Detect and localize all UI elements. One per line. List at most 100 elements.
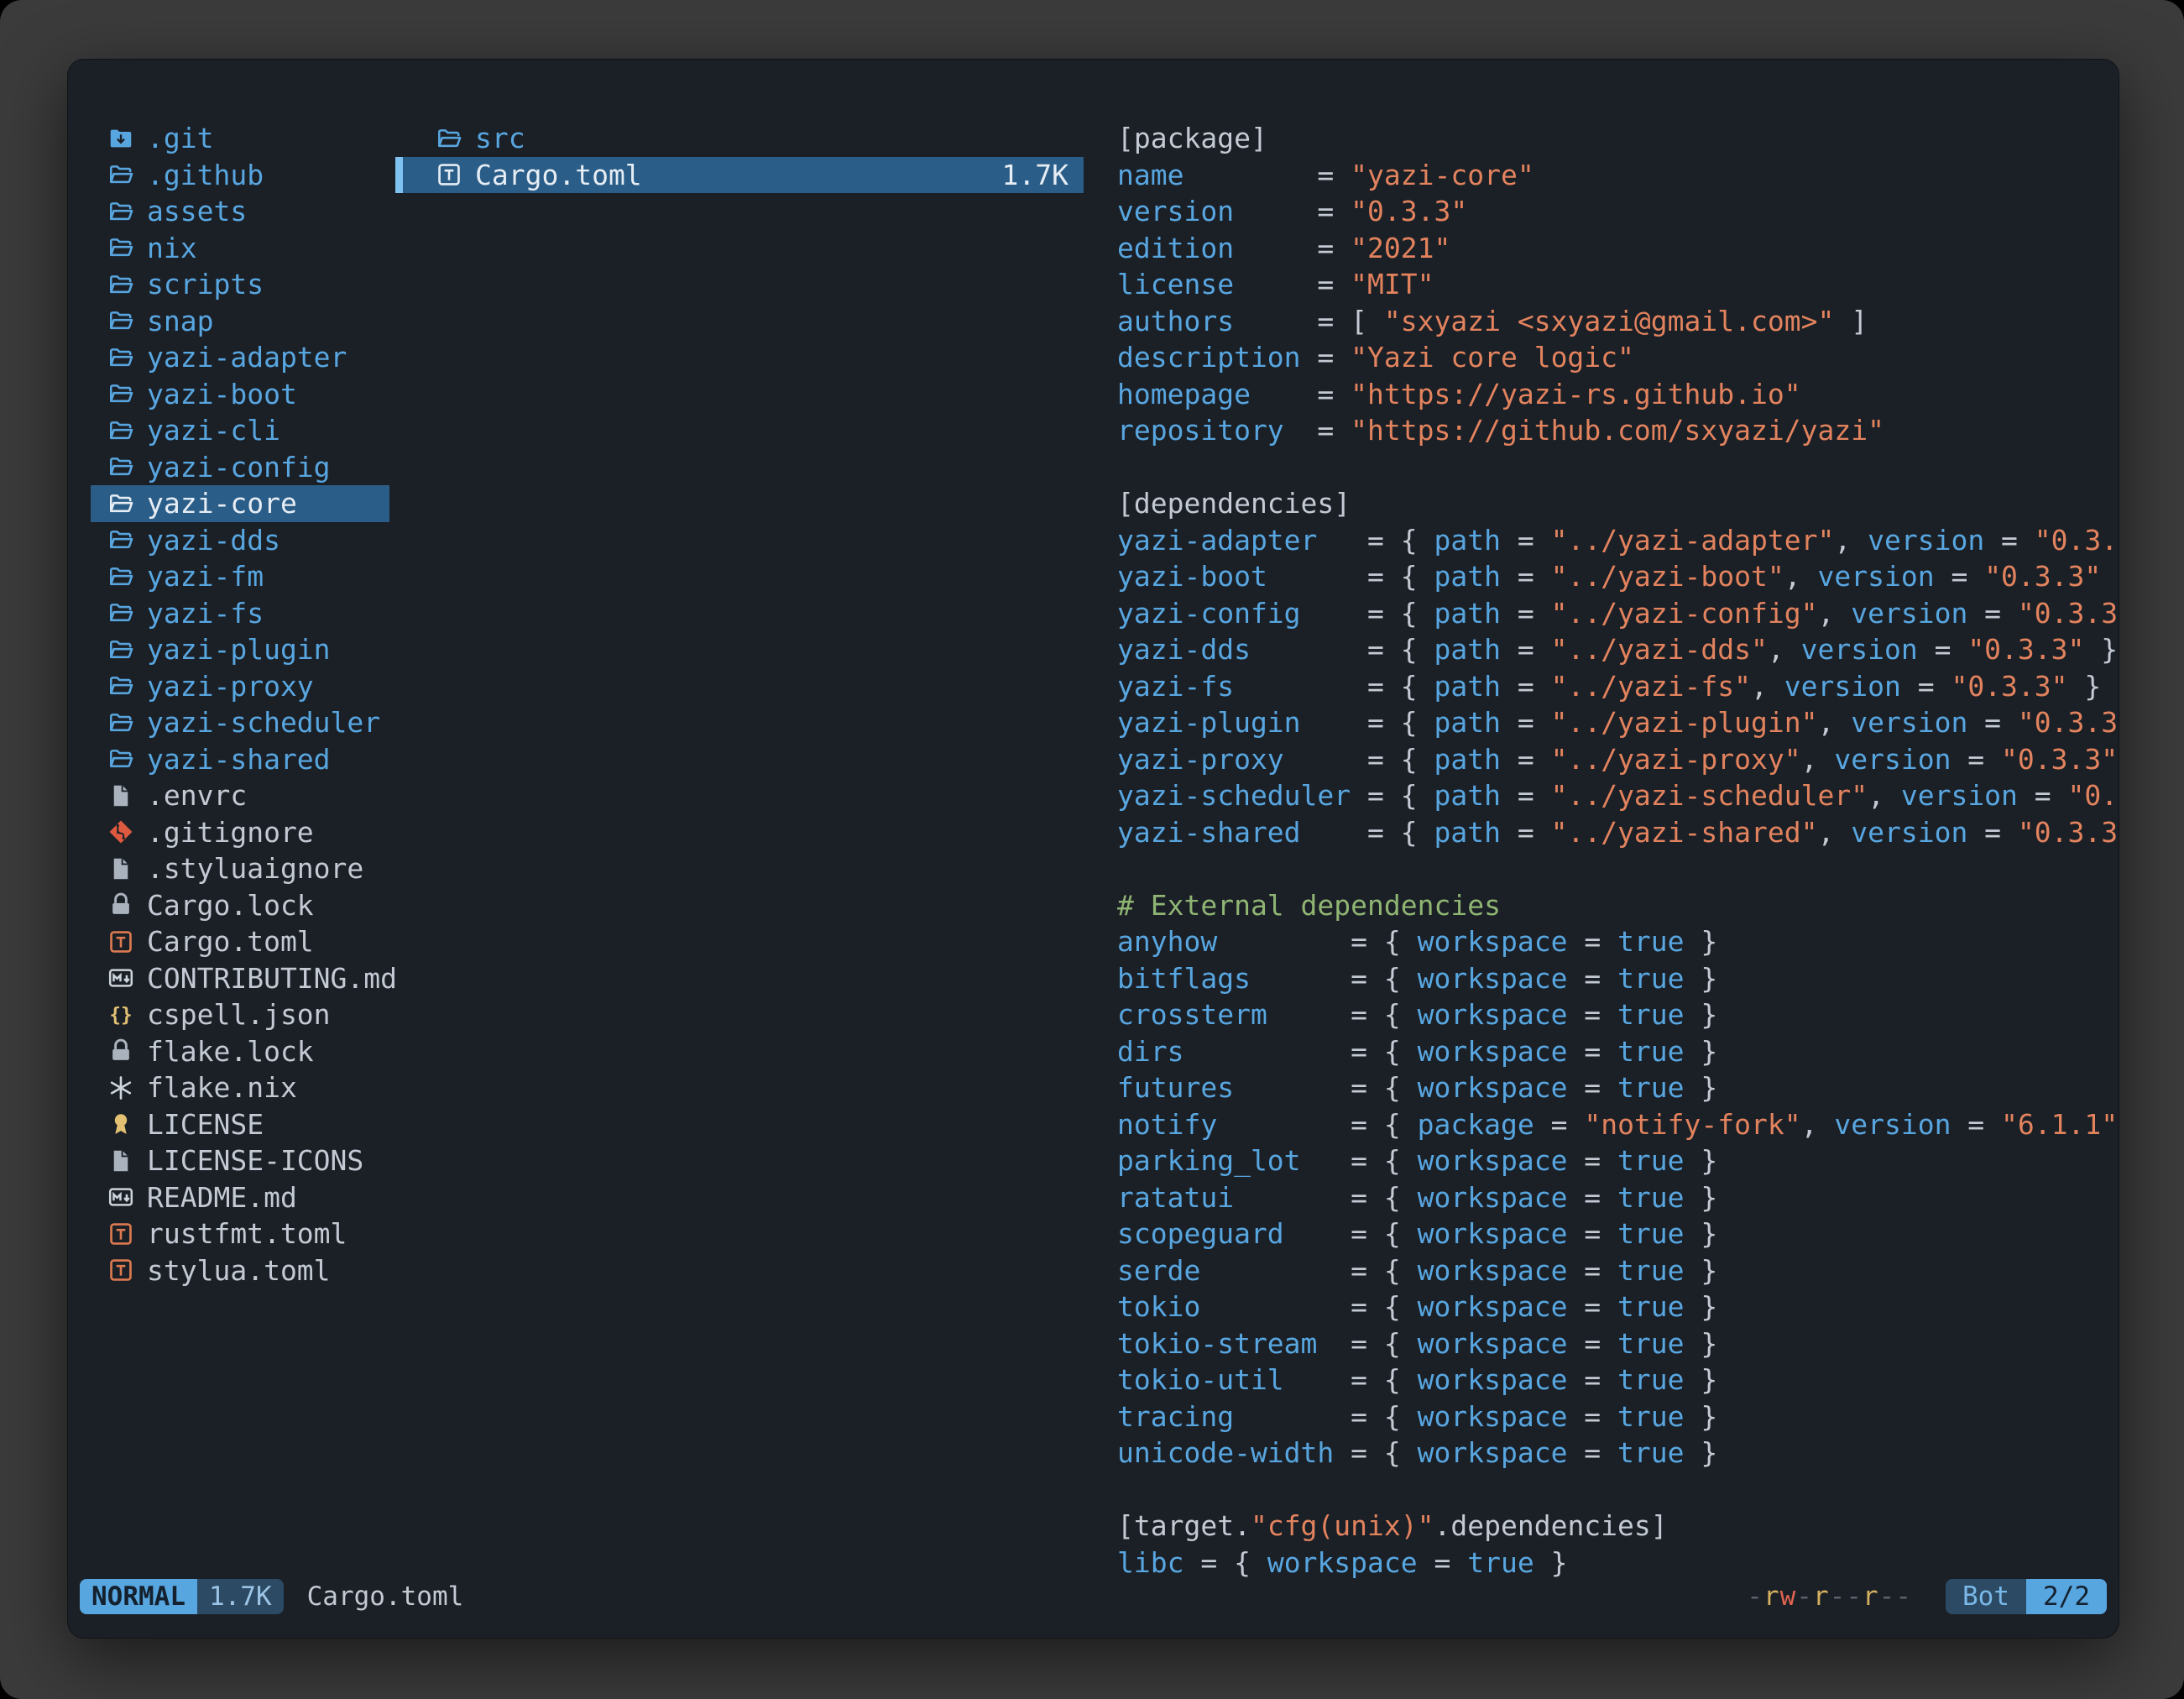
file-name: yazi-cli xyxy=(147,412,280,449)
file-row-flake-lock[interactable]: flake.lock xyxy=(91,1033,389,1070)
file-row-github[interactable]: .github xyxy=(91,157,389,194)
file-row-stylua-toml[interactable]: stylua.toml xyxy=(91,1252,389,1289)
file-name: nix xyxy=(147,230,197,267)
preview-token: = xyxy=(1901,670,1951,703)
file-row-assets[interactable]: assets xyxy=(91,193,389,230)
file-name: yazi-config xyxy=(147,449,331,486)
desktop-background: .git.githubassetsnixscriptssnapyazi-adap… xyxy=(0,0,2184,1699)
file-row-git[interactable]: .git xyxy=(91,120,389,157)
permission-char: r xyxy=(1813,1581,1830,1612)
preview-token: = xyxy=(1418,1546,1468,1579)
file-row-rustfmt-toml[interactable]: rustfmt.toml xyxy=(91,1215,389,1252)
preview-token: = { xyxy=(1251,962,1418,995)
preview-token: path xyxy=(1434,779,1501,812)
preview-token: "0.3.3" xyxy=(2018,816,2119,849)
file-row-yazi-adapter[interactable]: yazi-adapter xyxy=(91,339,389,376)
preview-pane[interactable]: [package]name = "yazi-core"version = "0.… xyxy=(1117,120,2119,1639)
folder-icon xyxy=(107,453,134,480)
file-row-scripts[interactable]: scripts xyxy=(91,266,389,303)
preview-token: version xyxy=(1801,633,1918,666)
file-row-snap[interactable]: snap xyxy=(91,303,389,340)
preview-token: = xyxy=(1501,706,1551,739)
preview-token: true xyxy=(1617,1181,1684,1214)
preview-token: = { xyxy=(1217,925,1417,958)
file-row-yazi-dds[interactable]: yazi-dds xyxy=(91,522,389,559)
preview-token: ] xyxy=(1834,305,1868,337)
file-row-yazi-shared[interactable]: yazi-shared xyxy=(91,741,389,778)
permission-char: - xyxy=(1846,1581,1863,1612)
file-row-cspell-json[interactable]: {}cspell.json xyxy=(91,996,389,1033)
file-row-yazi-fs[interactable]: yazi-fs xyxy=(91,595,389,632)
preview-token: = xyxy=(1567,1181,1617,1214)
file-row-cargo-toml[interactable]: Cargo.toml1.7K xyxy=(395,157,1084,194)
file-row-gitignore[interactable]: .gitignore xyxy=(91,814,389,851)
preview-token: version xyxy=(1851,816,1967,849)
file-row-flake-nix[interactable]: flake.nix xyxy=(91,1069,389,1106)
preview-token: true xyxy=(1617,998,1684,1031)
status-bar: NORMAL 1.7K Cargo.toml -rw-r--r-- Bot 2/… xyxy=(80,1579,2107,1614)
file-name: yazi-scheduler xyxy=(147,704,380,741)
file-row-yazi-proxy[interactable]: yazi-proxy xyxy=(91,668,389,705)
preview-token: "https://github.com/sxyazi/yazi" xyxy=(1351,414,1884,447)
file-row-src[interactable]: src xyxy=(395,120,1084,157)
preview-token: workspace xyxy=(1418,1400,1568,1433)
preview-token: "../yazi-shared" xyxy=(1551,816,1818,849)
preview-token: = { xyxy=(1183,1035,1417,1068)
file-row-contributing-md[interactable]: CONTRIBUTING.md xyxy=(91,960,389,997)
preview-token: = xyxy=(1501,597,1551,630)
permission-char: - xyxy=(1879,1581,1896,1612)
permission-char: - xyxy=(1747,1581,1763,1612)
preview-token: scopeguard xyxy=(1117,1217,1284,1250)
preview-token: , xyxy=(1868,779,1901,812)
preview-line: [dependencies] xyxy=(1117,485,2119,522)
preview-token: = { xyxy=(1251,633,1434,666)
preview-token: } xyxy=(1685,1327,1718,1360)
preview-token: , xyxy=(1834,524,1868,557)
file-row-yazi-scheduler[interactable]: yazi-scheduler xyxy=(91,704,389,741)
preview-token: = { xyxy=(1334,1436,1417,1469)
preview-token: tracing xyxy=(1117,1400,1234,1433)
file-row-yazi-boot[interactable]: yazi-boot xyxy=(91,376,389,413)
permission-char: - xyxy=(1895,1581,1912,1612)
preview-token: = xyxy=(1567,1071,1617,1104)
preview-token: = { xyxy=(1234,1400,1418,1433)
preview-token: "../yazi-dds" xyxy=(1551,633,1768,666)
preview-token: = { xyxy=(1267,560,1434,593)
file-row-yazi-fm[interactable]: yazi-fm xyxy=(91,558,389,595)
preview-token: } xyxy=(2101,560,2119,593)
file-row-readme-md[interactable]: README.md xyxy=(91,1179,389,1216)
file-row-envrc[interactable]: .envrc xyxy=(91,777,389,814)
file-row-styluaignore[interactable]: .styluaignore xyxy=(91,850,389,887)
preview-token: crossterm xyxy=(1117,998,1267,1031)
preview-token: = xyxy=(1284,414,1351,447)
preview-token: = { xyxy=(1267,998,1418,1031)
preview-line: tokio-util = { workspace = true } xyxy=(1117,1362,2119,1398)
file-row-yazi-plugin[interactable]: yazi-plugin xyxy=(91,631,389,668)
preview-token: = xyxy=(1951,743,2001,776)
folder-icon xyxy=(107,526,134,553)
file-row-yazi-config[interactable]: yazi-config xyxy=(91,449,389,486)
preview-token: parking_lot xyxy=(1117,1144,1301,1177)
file-row-yazi-core[interactable]: yazi-core xyxy=(91,485,389,522)
preview-token: = xyxy=(1567,925,1617,958)
file-row-license-icons[interactable]: LICENSE-ICONS xyxy=(91,1142,389,1179)
file-row-nix[interactable]: nix xyxy=(91,230,389,267)
preview-token: workspace xyxy=(1418,1035,1568,1068)
file-row-license[interactable]: LICENSE xyxy=(91,1106,389,1143)
snowflake-icon xyxy=(107,1074,134,1101)
preview-token: true xyxy=(1617,1400,1684,1433)
mode-indicator: NORMAL xyxy=(80,1579,197,1614)
preview-token: path xyxy=(1434,560,1501,593)
preview-line xyxy=(1117,449,2119,486)
preview-token: , xyxy=(1817,816,1851,849)
file-row-cargo-lock[interactable]: Cargo.lock xyxy=(91,887,389,924)
preview-token: = xyxy=(1501,670,1551,703)
file-row-cargo-toml[interactable]: Cargo.toml xyxy=(91,923,389,960)
preview-token: yazi-boot xyxy=(1117,560,1267,593)
preview-token: "https://yazi-rs.github.io" xyxy=(1351,378,1800,410)
file-row-yazi-cli[interactable]: yazi-cli xyxy=(91,412,389,449)
preview-token: = xyxy=(1234,268,1351,301)
preview-line: serde = { workspace = true } xyxy=(1117,1252,2119,1289)
file-name: yazi-fs xyxy=(147,595,264,632)
preview-line: parking_lot = { workspace = true } xyxy=(1117,1142,2119,1179)
